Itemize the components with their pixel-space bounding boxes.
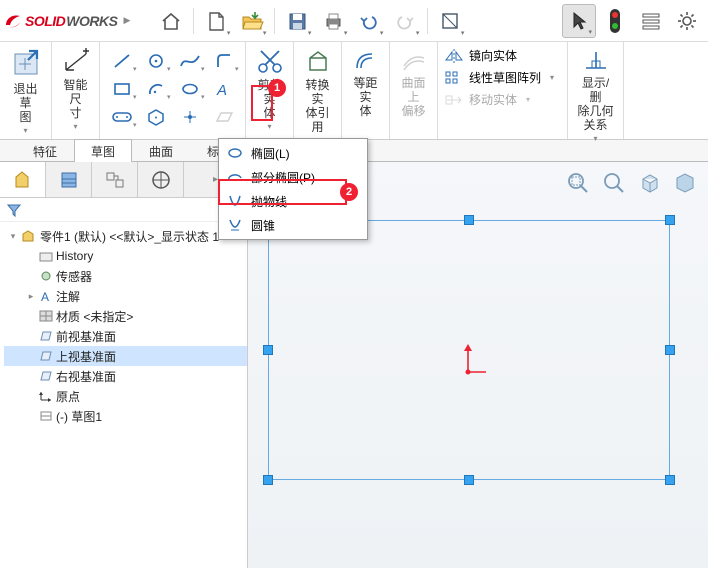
tree-annot[interactable]: ▸A注解 bbox=[4, 286, 247, 306]
ribbon: 退出草 图 ▾ 智能尺 寸 ▾ ▾ ▾ ▾ ▾ ▾ ▾ ▾ A ▾ 剪裁实 体 bbox=[0, 42, 708, 140]
plane-handle[interactable] bbox=[464, 215, 474, 225]
menu-ellipse[interactable]: 椭圆(L) bbox=[219, 141, 367, 165]
slot-tool[interactable]: ▾ bbox=[106, 104, 138, 130]
open-button[interactable]: ▾ bbox=[235, 4, 269, 38]
app-logo: SOLID WORKS bbox=[4, 12, 117, 30]
settings-gear-button[interactable] bbox=[670, 4, 704, 38]
tree-history[interactable]: History bbox=[4, 246, 247, 266]
pattern-button[interactable]: 线性草图阵列▾ bbox=[440, 68, 565, 87]
tree-material[interactable]: 材质 <未指定> bbox=[4, 306, 247, 326]
plane-handle[interactable] bbox=[665, 215, 675, 225]
origin-icon bbox=[458, 342, 488, 376]
fm-tab-dim[interactable] bbox=[138, 162, 184, 197]
ellipse-tool[interactable]: ▾ bbox=[174, 76, 206, 102]
tree-front-plane[interactable]: 前视基准面 bbox=[4, 326, 247, 346]
display-style-icon[interactable] bbox=[670, 168, 702, 196]
tree-sensor[interactable]: 传感器 bbox=[4, 266, 247, 286]
plane-handle[interactable] bbox=[665, 345, 675, 355]
traffic-light-icon[interactable] bbox=[598, 4, 632, 38]
selection-filter-button[interactable]: ▾ bbox=[433, 4, 467, 38]
save-button[interactable]: ▾ bbox=[280, 4, 314, 38]
tab-sketch[interactable]: 草图 bbox=[74, 139, 132, 162]
fm-tab-config[interactable] bbox=[92, 162, 138, 197]
tree-right-plane[interactable]: 右视基准面 bbox=[4, 366, 247, 386]
show-relations-button[interactable]: 显示/删 除几何 关系▾ bbox=[572, 46, 619, 145]
new-button[interactable]: ▾ bbox=[199, 4, 233, 38]
spline-tool[interactable]: ▾ bbox=[174, 48, 206, 74]
tree-top-plane[interactable]: 上视基准面 bbox=[4, 346, 247, 366]
point-tool[interactable] bbox=[174, 104, 206, 130]
tab-features[interactable]: 特征 bbox=[16, 139, 74, 162]
tab-surface[interactable]: 曲面 bbox=[132, 139, 190, 162]
plane-handle[interactable] bbox=[464, 475, 474, 485]
title-bar: SOLID WORKS ▶ ▾ ▾ ▾ ▾ ▾ ▾ ▾ ▾ bbox=[0, 0, 708, 42]
view-orient-icon[interactable] bbox=[634, 168, 666, 196]
circle-tool[interactable]: ▾ bbox=[140, 48, 172, 74]
fillet-tool[interactable]: ▾ bbox=[208, 48, 240, 74]
quick-access-toolbar: ▾ ▾ ▾ ▾ ▾ ▾ ▾ bbox=[154, 4, 467, 38]
plane-tool[interactable] bbox=[208, 104, 240, 130]
plane-handle[interactable] bbox=[263, 345, 273, 355]
redo-button[interactable]: ▾ bbox=[388, 4, 422, 38]
zoom-fit-icon[interactable] bbox=[562, 168, 594, 196]
fm-tab-property[interactable] bbox=[46, 162, 92, 197]
filter-icon[interactable] bbox=[6, 202, 22, 218]
print-button[interactable]: ▾ bbox=[316, 4, 350, 38]
menu-cone[interactable]: 圆锥 bbox=[219, 213, 367, 237]
move-button: 移动实体▾ bbox=[440, 90, 565, 109]
polygon-tool[interactable] bbox=[140, 104, 172, 130]
feature-manager-pane: ▸ ▾零件1 (默认) <<默认>_显示状态 1> History 传感器 ▸A… bbox=[0, 162, 248, 568]
plane-handle[interactable] bbox=[263, 475, 273, 485]
view-toolbar bbox=[562, 168, 702, 196]
callout-badge-1: 1 bbox=[268, 79, 286, 97]
rectangle-tool[interactable]: ▾ bbox=[106, 76, 138, 102]
home-button[interactable] bbox=[154, 4, 188, 38]
callout-box-2 bbox=[218, 179, 347, 205]
onsurface-offset-button: 曲面上 偏移 bbox=[394, 46, 433, 120]
options-list-button[interactable] bbox=[634, 4, 668, 38]
fm-tab-tree[interactable] bbox=[0, 162, 46, 197]
mirror-button[interactable]: 镜向实体 bbox=[440, 46, 565, 65]
sketch-tools-grid: ▾ ▾ ▾ ▾ ▾ ▾ ▾ A ▾ bbox=[106, 48, 240, 130]
tree-root[interactable]: ▾零件1 (默认) <<默认>_显示状态 1> bbox=[4, 226, 247, 246]
select-tool-button[interactable]: ▾ bbox=[562, 4, 596, 38]
app-menu-caret-icon[interactable]: ▶ bbox=[123, 15, 130, 26]
svg-text:A: A bbox=[41, 290, 49, 303]
line-tool[interactable]: ▾ bbox=[106, 48, 138, 74]
convert-button[interactable]: 转换实 体引用▾ bbox=[298, 46, 337, 147]
tree-sketch1[interactable]: (-) 草图1 bbox=[4, 406, 247, 426]
offset-button[interactable]: 等距实 体 bbox=[346, 46, 385, 120]
feature-tree: ▾零件1 (默认) <<默认>_显示状态 1> History 传感器 ▸A注解… bbox=[0, 222, 247, 430]
tree-origin[interactable]: 原点 bbox=[4, 386, 247, 406]
smart-dimension-button[interactable]: 智能尺 寸 ▾ bbox=[56, 46, 95, 133]
svg-text:A: A bbox=[216, 82, 227, 98]
ds-logo-icon bbox=[4, 12, 22, 30]
exit-sketch-button[interactable]: 退出草 图 ▾ bbox=[4, 46, 47, 137]
plane-handle[interactable] bbox=[665, 475, 675, 485]
arc-tool[interactable]: ▾ bbox=[140, 76, 172, 102]
text-tool[interactable]: A bbox=[208, 76, 240, 102]
undo-button[interactable]: ▾ bbox=[352, 4, 386, 38]
callout-badge-2: 2 bbox=[340, 183, 358, 201]
zoom-area-icon[interactable] bbox=[598, 168, 630, 196]
